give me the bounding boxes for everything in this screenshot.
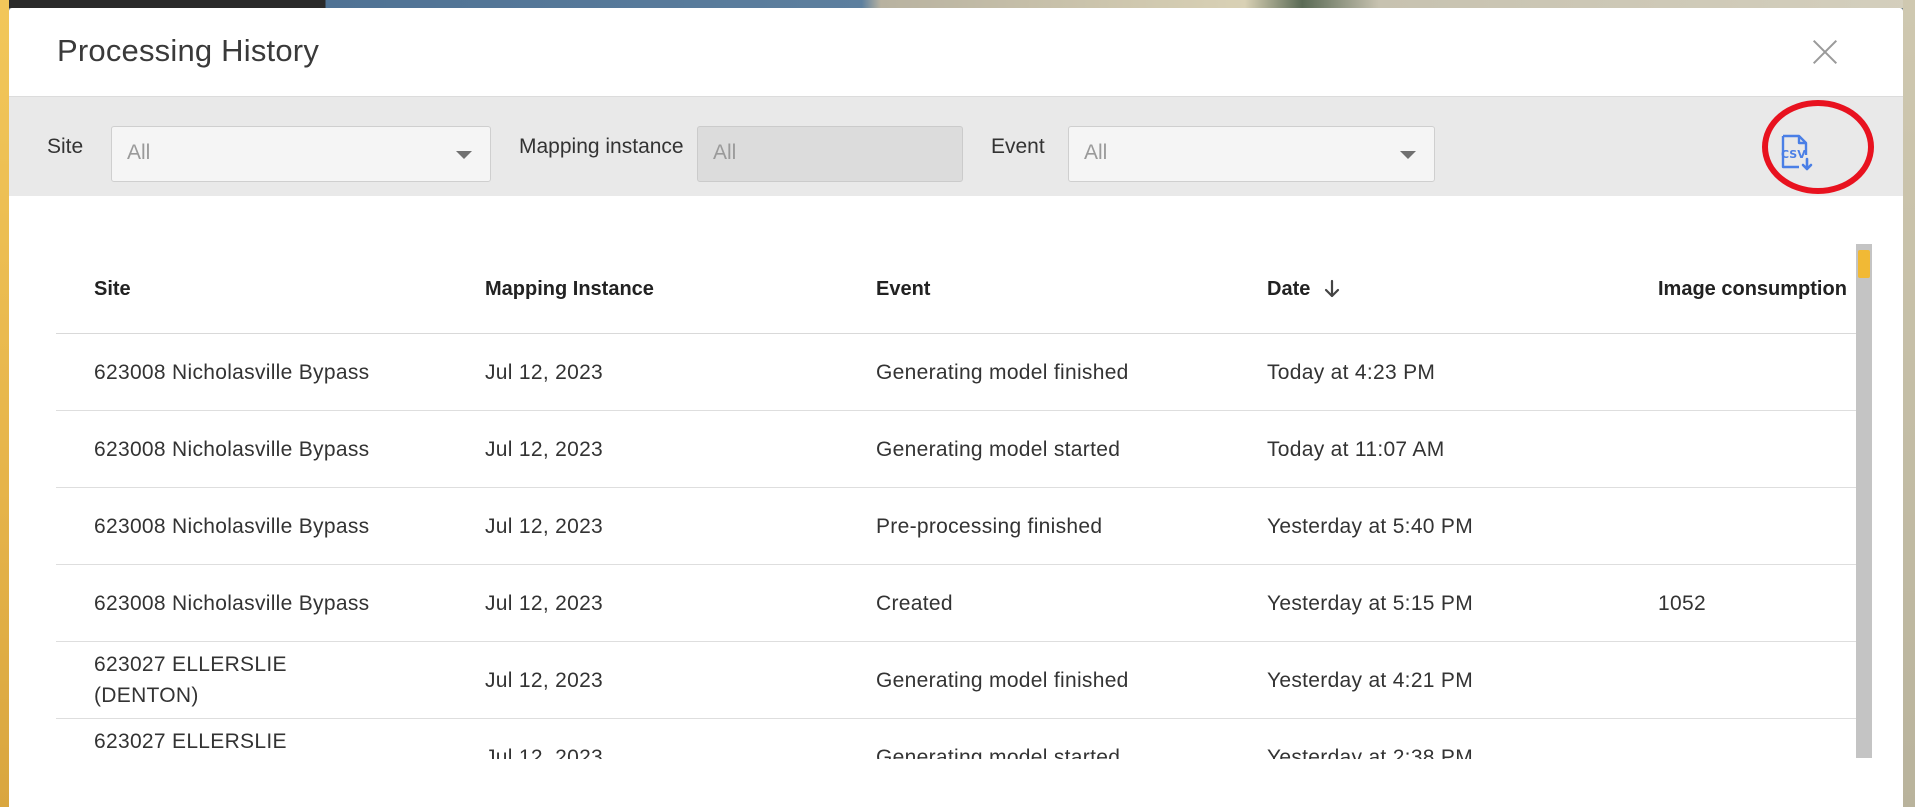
mapping-filter-label: Mapping instance [519, 135, 684, 158]
cell-site: 623027 ELLERSLIE (DENTON) [56, 641, 447, 719]
cell-mapping-instance: Jul 12, 2023 [447, 718, 838, 759]
dialog-header: Processing History [9, 8, 1903, 97]
cell-image-consumption: 1052 [1620, 564, 1858, 642]
background-top [0, 0, 1915, 8]
table-row[interactable]: 623027 ELLERSLIE (DENTON) Jul 12, 2023 G… [56, 641, 1858, 719]
csv-download-icon: CSV [1781, 134, 1813, 171]
table-row[interactable]: 623008 Nicholasville Bypass Jul 12, 2023… [56, 487, 1858, 565]
cell-date: Yesterday at 5:40 PM [1229, 487, 1620, 565]
site-filter-label: Site [47, 135, 84, 158]
cell-image-consumption [1620, 333, 1858, 411]
processing-history-dialog: Processing History Site All Mapping inst… [9, 8, 1903, 807]
column-header-image-consumption[interactable]: Image consumption ? [1620, 245, 1858, 334]
column-header-image-label: Image consumption [1658, 277, 1847, 300]
chevron-down-icon [1400, 151, 1416, 159]
cell-event: Pre-processing finished [838, 487, 1229, 565]
cell-mapping-instance: Jul 12, 2023 [447, 333, 838, 411]
column-header-date[interactable]: Date [1229, 245, 1620, 334]
cell-event: Created [838, 564, 1229, 642]
column-header-date-label: Date [1267, 277, 1311, 300]
chevron-down-icon [456, 151, 472, 159]
cell-mapping-instance: Jul 12, 2023 [447, 410, 838, 488]
mapping-filter-value: All [713, 141, 737, 164]
cell-date: Today at 11:07 AM [1229, 410, 1620, 488]
table-row[interactable]: 623008 Nicholasville Bypass Jul 12, 2023… [56, 410, 1858, 488]
cell-image-consumption [1620, 487, 1858, 565]
cell-image-consumption [1620, 641, 1858, 719]
cell-site: 623008 Nicholasville Bypass [56, 487, 447, 565]
close-icon[interactable] [1807, 34, 1843, 70]
table-row[interactable]: 623008 Nicholasville Bypass Jul 12, 2023… [56, 333, 1858, 411]
cell-site: 623008 Nicholasville Bypass [56, 410, 447, 488]
cell-image-consumption [1620, 410, 1858, 488]
mapping-instance-filter-select: All [697, 126, 963, 182]
background-left [0, 0, 9, 807]
cell-date: Today at 4:23 PM [1229, 333, 1620, 411]
cell-event: Generating model finished [838, 333, 1229, 411]
cell-event: Generating model started [838, 410, 1229, 488]
column-header-mapping-instance[interactable]: Mapping Instance [447, 245, 838, 334]
background-right [1903, 0, 1915, 807]
column-header-event[interactable]: Event [838, 245, 1229, 334]
event-filter-select[interactable]: All [1068, 126, 1435, 182]
history-table-container: Site Mapping Instance Event Date Image c… [56, 245, 1858, 759]
column-header-event-label: Event [876, 277, 931, 300]
event-filter-value: All [1084, 141, 1108, 164]
svg-text:CSV: CSV [1781, 148, 1806, 161]
cell-mapping-instance: Jul 12, 2023 [447, 564, 838, 642]
cell-date: Yesterday at 2:38 PM [1229, 718, 1620, 759]
arrow-down-sort-icon [1324, 280, 1340, 298]
filter-bar: Site All Mapping instance All Event All … [9, 97, 1903, 196]
dialog-title: Processing History [57, 33, 320, 68]
scrollbar-thumb[interactable] [1858, 250, 1870, 278]
export-csv-button[interactable]: CSV [1759, 117, 1831, 189]
cell-site: 623008 Nicholasville Bypass [56, 333, 447, 411]
cell-mapping-instance: Jul 12, 2023 [447, 487, 838, 565]
history-table: Site Mapping Instance Event Date Image c… [56, 245, 1858, 759]
column-header-site[interactable]: Site [56, 245, 447, 334]
table-row[interactable]: 623008 Nicholasville Bypass Jul 12, 2023… [56, 564, 1858, 642]
cell-image-consumption [1620, 718, 1858, 759]
table-row[interactable]: 623027 ELLERSLIE (DENTON) Jul 12, 2023 G… [56, 718, 1858, 759]
site-filter-select[interactable]: All [111, 126, 491, 182]
cell-date: Yesterday at 5:15 PM [1229, 564, 1620, 642]
cell-site: 623027 ELLERSLIE (DENTON) [56, 718, 447, 759]
event-filter-label: Event [991, 135, 1045, 158]
site-filter-value: All [127, 141, 151, 164]
column-header-mapping-label: Mapping Instance [485, 277, 654, 300]
cell-mapping-instance: Jul 12, 2023 [447, 641, 838, 719]
table-scrollbar[interactable] [1856, 244, 1872, 758]
cell-event: Generating model started [838, 718, 1229, 759]
cell-date: Yesterday at 4:21 PM [1229, 641, 1620, 719]
cell-site: 623008 Nicholasville Bypass [56, 564, 447, 642]
column-header-site-label: Site [94, 277, 131, 300]
table-header-row: Site Mapping Instance Event Date Image c… [56, 245, 1858, 334]
cell-event: Generating model finished [838, 641, 1229, 719]
